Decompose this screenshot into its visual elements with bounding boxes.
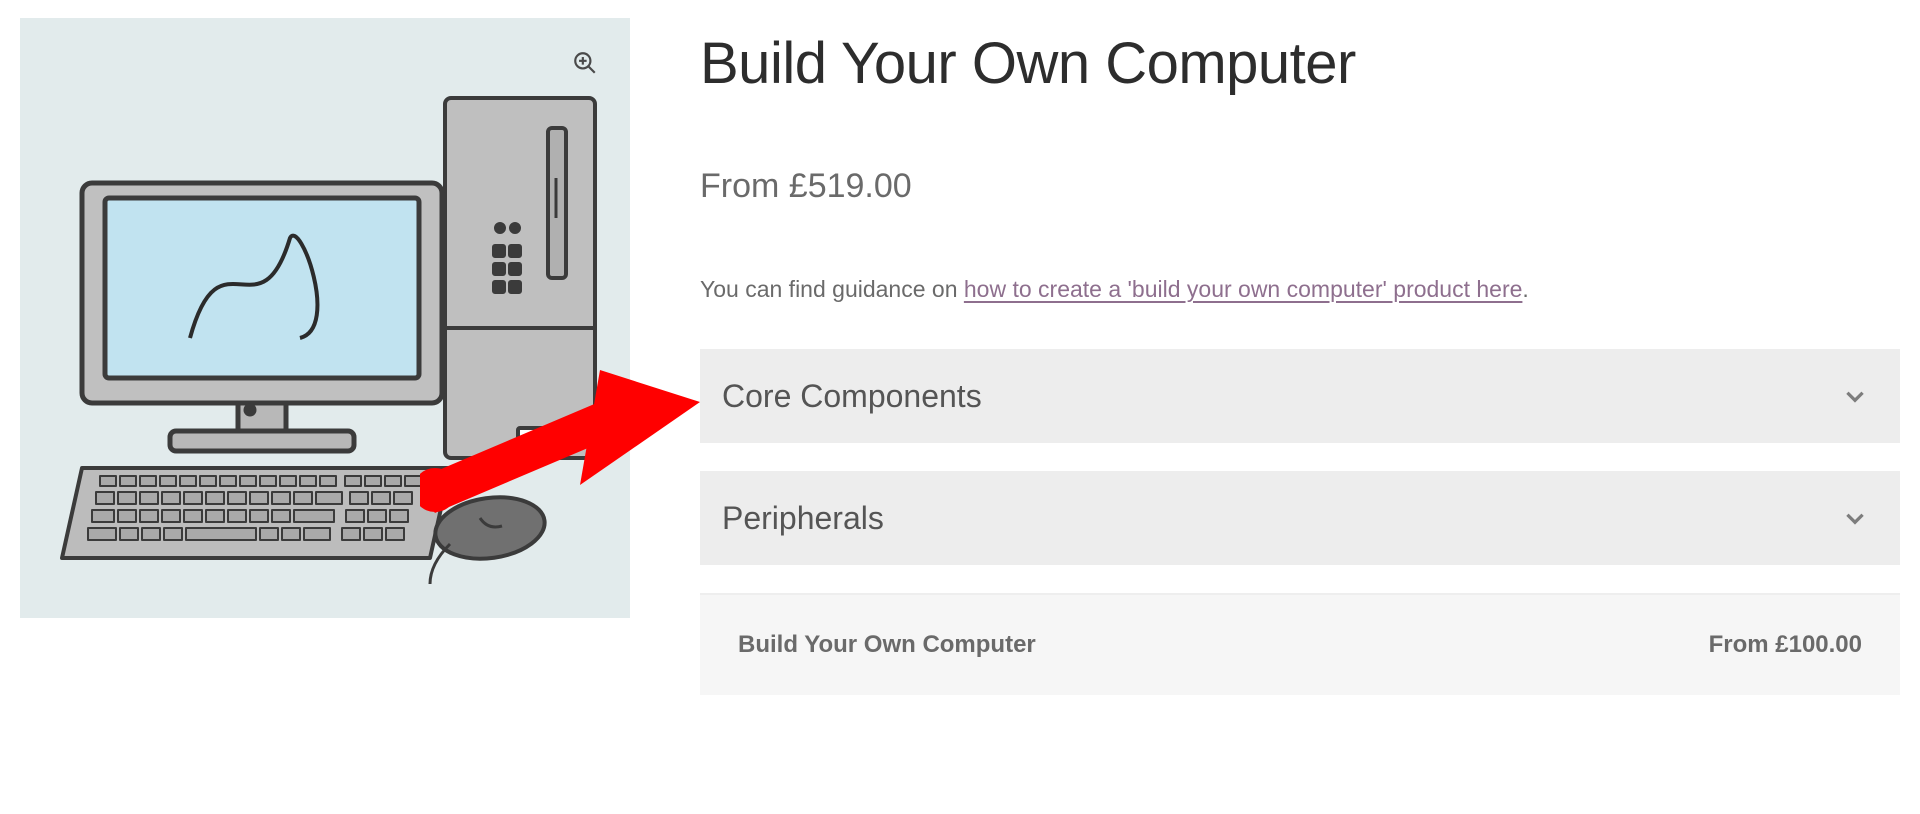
product-title: Build Your Own Computer (700, 30, 1900, 97)
summary-row: Build Your Own Computer From £100.00 (700, 595, 1900, 695)
price-prefix: From (700, 167, 789, 205)
summary-price: From £100.00 (1709, 631, 1862, 659)
guidance-suffix: . (1522, 276, 1528, 302)
product-price: From £519.00 (700, 167, 1900, 206)
chevron-down-icon (1842, 383, 1868, 409)
guidance-prefix: You can find guidance on (700, 276, 964, 302)
guidance-text: You can find guidance on how to create a… (700, 276, 1900, 303)
guidance-link[interactable]: how to create a 'build your own computer… (964, 276, 1523, 302)
chevron-down-icon (1842, 505, 1868, 531)
zoom-icon[interactable] (568, 46, 602, 80)
summary-name: Build Your Own Computer (738, 631, 1036, 659)
accordion-label: Core Components (722, 378, 982, 415)
accordion-label: Peripherals (722, 500, 884, 537)
accordion-core-components[interactable]: Core Components (700, 349, 1900, 443)
product-image (50, 88, 610, 598)
accordion-peripherals[interactable]: Peripherals (700, 471, 1900, 565)
product-image-panel (20, 18, 630, 618)
price-value: £519.00 (789, 167, 912, 205)
